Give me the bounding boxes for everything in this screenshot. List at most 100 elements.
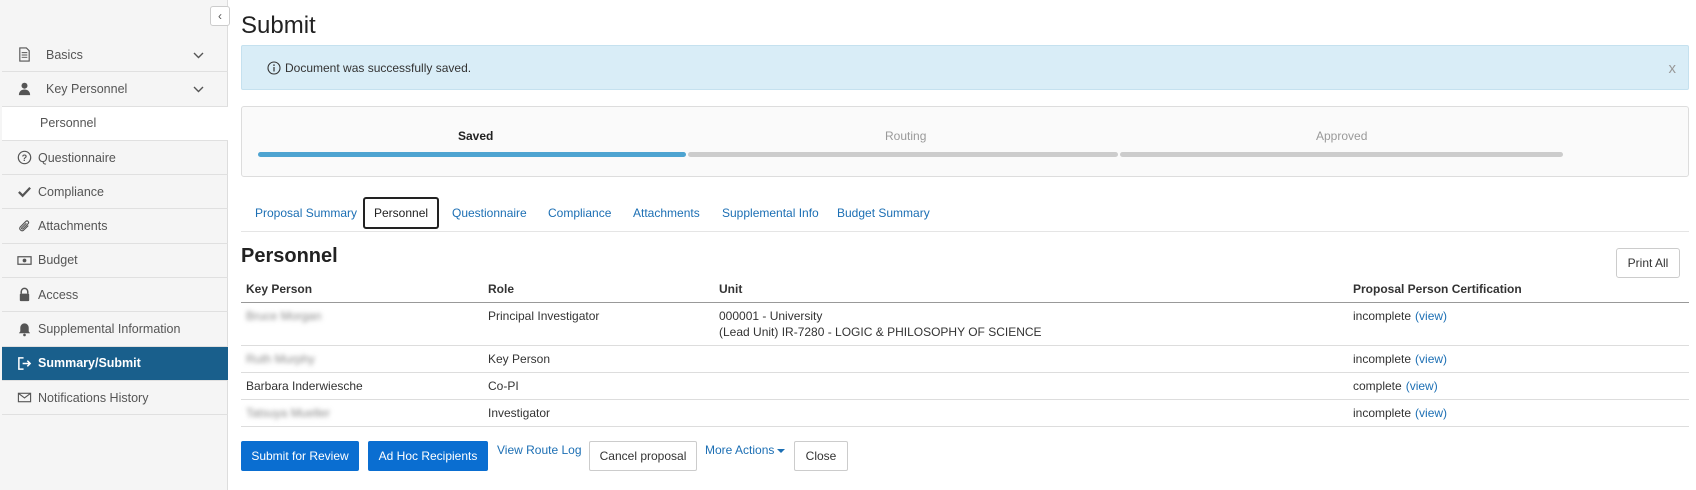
main-content: Submit Document was successfully saved. … (241, 0, 1691, 490)
person-name-cell: Barbara Inderwiesche (241, 372, 483, 400)
unit-line: (Lead Unit) IR-7280 - LOGIC & PHILOSOPHY… (719, 324, 1042, 339)
close-alert-button[interactable]: x (1669, 60, 1677, 77)
tab-compliance[interactable]: Compliance (548, 197, 611, 229)
caret-down-icon (777, 448, 786, 453)
chevron-down-icon (193, 48, 204, 62)
sidebar-item-label: Budget (38, 253, 78, 268)
sidebar-item-basics[interactable]: Basics (2, 38, 228, 73)
section-title: Personnel (241, 245, 338, 267)
certification-cell: incomplete (view) (1348, 399, 1689, 427)
role-cell: Investigator (483, 399, 714, 427)
sidebar-nav: Basics Key Personnel Personnel ? Questio… (2, 38, 228, 416)
lock-icon (16, 287, 32, 303)
tab-budget-summary[interactable]: Budget Summary (837, 197, 930, 229)
sign-out-icon (16, 355, 32, 371)
column-header: Proposal Person Certification (1348, 276, 1689, 303)
sidebar-item-label: Questionnaire (38, 150, 116, 165)
sidebar-item-compliance[interactable]: Compliance (2, 175, 228, 210)
submit-for-review-button[interactable]: Submit for Review (241, 441, 359, 471)
alert-message: Document was successfully saved. (285, 60, 472, 75)
sidebar-item-label: Supplemental Information (38, 322, 181, 337)
unit-cell (714, 345, 1348, 373)
unit-cell (714, 399, 1348, 427)
view-certification-link[interactable]: (view) (1415, 406, 1447, 420)
money-icon (16, 252, 32, 268)
document-icon (16, 47, 32, 63)
column-header: Key Person (241, 276, 483, 303)
tab-questionnaire[interactable]: Questionnaire (452, 197, 527, 229)
sidebar-item-personnel[interactable]: Personnel (2, 106, 228, 141)
certification-status: incomplete (1353, 308, 1412, 323)
sidebar-item-key-personnel[interactable]: Key Personnel (2, 72, 228, 107)
sidebar-item-attachments[interactable]: Attachments (2, 209, 228, 244)
more-actions-label: More Actions (705, 443, 775, 457)
step-approved: Approved (1316, 129, 1368, 143)
sidebar-item-label: Personnel (40, 116, 97, 131)
check-icon (16, 184, 32, 200)
more-actions-dropdown[interactable]: More Actions (705, 443, 786, 457)
tab-personnel[interactable]: Personnel (363, 197, 440, 229)
role-cell: Key Person (483, 345, 714, 373)
certification-status: incomplete (1353, 405, 1412, 420)
chevron-down-icon (193, 82, 204, 96)
certification-status: complete (1353, 378, 1402, 393)
tab-proposal-summary[interactable]: Proposal Summary (255, 197, 357, 229)
person-name: Ruth Murphy (246, 351, 315, 366)
role-cell: Principal Investigator (483, 302, 714, 346)
sidebar-item-questionnaire[interactable]: ? Questionnaire (2, 141, 228, 176)
tab-attachments[interactable]: Attachments (633, 197, 700, 229)
workflow-progress: Saved Routing Approved (241, 106, 1689, 177)
sidebar: ‹ Basics Key Personnel Personnel ? Quest… (0, 0, 230, 490)
sidebar-item-summary-submit[interactable]: Summary/Submit (2, 346, 228, 381)
collapse-sidebar-button[interactable]: ‹ (210, 6, 230, 26)
role-cell: Co-PI (483, 372, 714, 400)
progress-bar-approved (1120, 152, 1563, 157)
action-bar: Submit for Review Ad Hoc Recipients View… (241, 437, 1689, 471)
unit-line: 000001 - University (719, 308, 823, 323)
table-row: Ruth Murphy Key Person incomplete (view) (241, 345, 1689, 373)
sidebar-item-label: Basics (46, 47, 83, 62)
table-header-row: Key Person Role Unit Proposal Person Cer… (241, 276, 1689, 303)
print-all-button[interactable]: Print All (1616, 248, 1680, 278)
certification-cell: incomplete (view) (1348, 345, 1689, 373)
view-certification-link[interactable]: (view) (1415, 352, 1447, 366)
view-certification-link[interactable]: (view) (1415, 309, 1447, 323)
summary-tabs: Proposal Summary Personnel Questionnaire… (241, 195, 1689, 232)
sidebar-item-label: Notifications History (38, 390, 149, 405)
personnel-table: Key Person Role Unit Proposal Person Cer… (241, 276, 1689, 427)
sidebar-item-label: Key Personnel (46, 81, 128, 96)
certification-status: incomplete (1353, 351, 1412, 366)
unit-cell: 000001 - University (Lead Unit) IR-7280 … (714, 302, 1348, 346)
certification-cell: incomplete (view) (1348, 302, 1689, 346)
tab-supplemental-info[interactable]: Supplemental Info (722, 197, 819, 229)
step-saved: Saved (458, 129, 494, 143)
sidebar-item-supplemental-information[interactable]: Supplemental Information (2, 312, 228, 347)
sidebar-item-access[interactable]: Access (2, 278, 228, 313)
success-alert: Document was successfully saved. x (241, 45, 1689, 90)
person-name-cell: Ruth Murphy (241, 345, 483, 373)
ad-hoc-recipients-button[interactable]: Ad Hoc Recipients (368, 441, 488, 471)
step-routing: Routing (885, 129, 927, 143)
view-certification-link[interactable]: (view) (1406, 379, 1438, 393)
person-name-cell: Tatsuya Mueller (241, 399, 483, 427)
table-row: Tatsuya Mueller Investigator incomplete(… (241, 399, 1689, 427)
cancel-proposal-button[interactable]: Cancel proposal (589, 441, 697, 471)
unit-cell (714, 372, 1348, 400)
close-button[interactable]: Close (794, 441, 848, 471)
table-row: Barbara Inderwiesche Co-PI complete (view… (241, 372, 1689, 400)
progress-bar-routing (688, 152, 1118, 157)
view-route-log-link[interactable]: View Route Log (497, 443, 582, 457)
column-header: Role (483, 276, 714, 303)
paperclip-icon (16, 218, 32, 234)
envelope-icon (16, 390, 32, 406)
sidebar-item-label: Compliance (38, 184, 105, 199)
column-header: Unit (714, 276, 1348, 303)
info-icon (267, 60, 281, 75)
table-row: Bruce Morgan Principal Investigator 0000… (241, 302, 1689, 346)
sidebar-item-label: Attachments (38, 219, 108, 234)
sidebar-item-budget[interactable]: Budget (2, 244, 228, 279)
sidebar-item-notifications-history[interactable]: Notifications History (2, 381, 228, 416)
progress-bar-saved (258, 152, 686, 157)
person-name: Bruce Morgan (246, 308, 322, 323)
svg-text:?: ? (21, 153, 26, 163)
